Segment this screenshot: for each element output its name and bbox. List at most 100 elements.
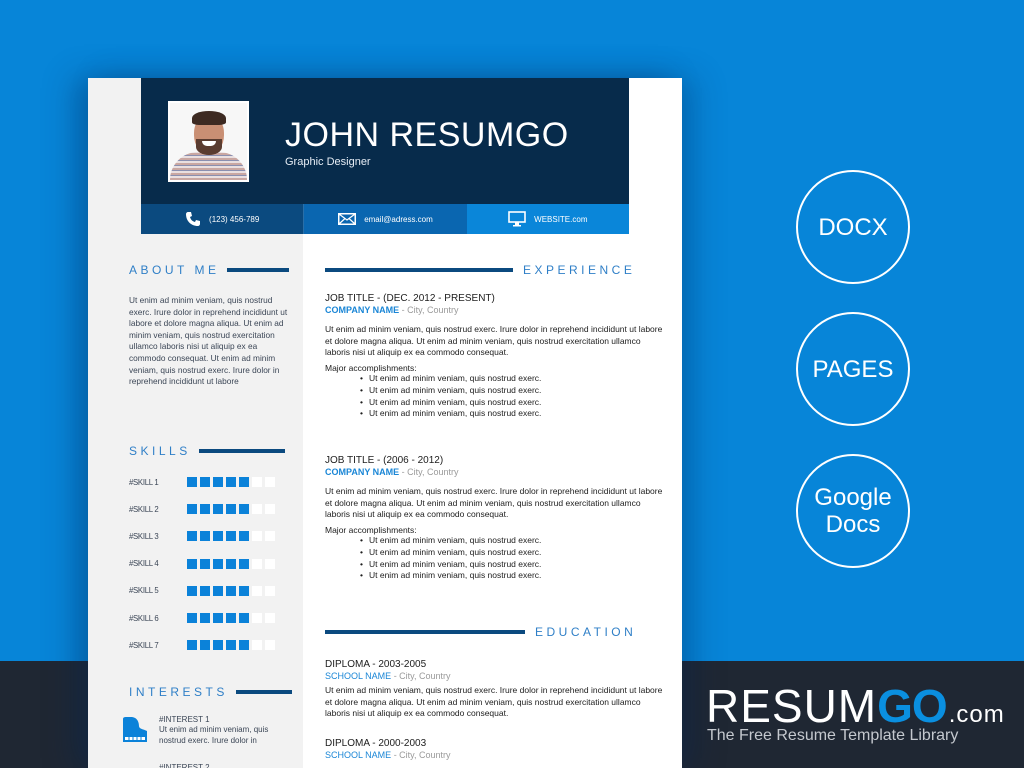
interest-title-partial: #INTEREST 2 xyxy=(159,763,210,768)
skill-level-filled xyxy=(226,613,236,623)
format-badge-google-docs[interactable]: Google Docs xyxy=(796,454,910,568)
skill-level-filled xyxy=(213,640,223,651)
section-divider xyxy=(227,268,290,272)
interest-title: #INTEREST 1 xyxy=(159,715,210,724)
about-text: Ut enim ad minim veniam, quis nostrud ex… xyxy=(129,295,288,387)
company-name: COMPANY NAME xyxy=(325,467,400,477)
accomplishments-label: Major accomplishments: xyxy=(325,363,417,374)
skill-label: #SKILL 1 xyxy=(129,477,159,487)
skill-level-empty xyxy=(252,504,262,515)
skill-level-empty xyxy=(265,504,275,515)
skill-level-meter xyxy=(187,613,275,623)
skill-level-empty xyxy=(265,640,275,651)
phone-icon xyxy=(185,211,201,227)
resume-document: JOHN RESUMGO Graphic Designer (123) 456-… xyxy=(88,78,682,768)
skill-row: #SKILL 6 xyxy=(129,612,289,624)
accomplishments-list: Ut enim ad minim veniam, quis nostrud ex… xyxy=(360,373,665,420)
skill-level-empty xyxy=(252,585,262,596)
skill-level-empty xyxy=(265,585,275,596)
skill-level-filled xyxy=(213,558,223,569)
skill-level-filled xyxy=(200,558,210,569)
job-entry: JOB TITLE - (DEC. 2012 - PRESENT) COMPAN… xyxy=(325,293,665,420)
skill-level-filled xyxy=(187,477,197,487)
contact-website: WEBSITE.com xyxy=(466,204,629,234)
contact-phone: (123) 456-789 xyxy=(141,204,304,234)
school-name: SCHOOL NAME xyxy=(325,750,392,760)
education-entry: DIPLOMA - 2003-2005 SCHOOL NAME - City, … xyxy=(325,659,665,720)
skill-level-filled xyxy=(226,585,236,596)
skill-level-filled xyxy=(200,477,210,487)
accomplishments-label: Major accomplishments: xyxy=(325,525,417,536)
accomplishment-item: Ut enim ad minim veniam, quis nostrud ex… xyxy=(360,547,665,559)
education-description: Ut enim ad minim veniam, quis nostrud ex… xyxy=(325,685,663,719)
skill-level-empty xyxy=(265,558,275,569)
skill-level-filled xyxy=(187,585,197,596)
interest-description: Ut enim ad minim veniam, quis nostrud ex… xyxy=(159,725,269,745)
brand-tagline: The Free Resume Template Library xyxy=(707,727,959,744)
skill-row: #SKILL 4 xyxy=(129,558,289,570)
skill-level-filled xyxy=(239,504,249,515)
skill-level-filled xyxy=(213,531,223,542)
skill-level-meter xyxy=(187,531,275,542)
phone-number: (123) 456-789 xyxy=(209,214,260,224)
skill-level-empty xyxy=(252,477,262,487)
skill-level-filled xyxy=(213,477,223,487)
candidate-name: JOHN RESUMGO xyxy=(285,116,569,154)
accomplishment-item: Ut enim ad minim veniam, quis nostrud ex… xyxy=(360,397,665,409)
job-entry: JOB TITLE - (2006 - 2012) COMPANY NAME -… xyxy=(325,455,665,582)
accomplishment-item: Ut enim ad minim veniam, quis nostrud ex… xyxy=(360,535,665,547)
skill-label: #SKILL 7 xyxy=(129,640,159,650)
format-badge-docx[interactable]: DOCX xyxy=(796,170,910,284)
skill-level-empty xyxy=(252,640,262,651)
interests-section-title: INTERESTS xyxy=(129,685,292,699)
skill-level-filled xyxy=(187,558,197,569)
experience-section-title: EXPERIENCE xyxy=(325,263,635,277)
skill-level-filled xyxy=(187,504,197,515)
skill-label: #SKILL 5 xyxy=(129,586,159,596)
job-location: - City, Country xyxy=(399,467,459,477)
format-badge-pages[interactable]: PAGES xyxy=(796,312,910,426)
accomplishment-item: Ut enim ad minim veniam, quis nostrud ex… xyxy=(360,385,665,397)
school-location: - City, Country xyxy=(391,671,451,681)
skill-level-meter xyxy=(187,558,275,569)
skill-level-meter xyxy=(187,640,275,651)
skill-label: #SKILL 2 xyxy=(129,504,159,514)
accomplishment-item: Ut enim ad minim veniam, quis nostrud ex… xyxy=(360,559,665,571)
skill-level-filled xyxy=(239,585,249,596)
skill-level-filled xyxy=(239,558,249,569)
skill-label: #SKILL 4 xyxy=(129,559,159,569)
profile-photo xyxy=(168,101,249,182)
skill-row: #SKILL 5 xyxy=(129,585,289,597)
school-location: - City, Country xyxy=(391,750,451,760)
skill-level-filled xyxy=(213,504,223,515)
skill-level-empty xyxy=(252,531,262,542)
job-title: JOB TITLE - (DEC. 2012 - PRESENT) xyxy=(325,293,495,304)
job-location: - City, Country xyxy=(399,305,459,315)
skill-level-filled xyxy=(239,477,249,487)
skill-level-filled xyxy=(187,531,197,542)
envelope-icon xyxy=(338,213,357,225)
section-divider xyxy=(325,630,525,634)
section-divider xyxy=(235,690,292,694)
piano-icon xyxy=(121,717,149,748)
diploma-title: DIPLOMA - 2003-2005 xyxy=(325,659,427,670)
education-section-title: EDUCATION xyxy=(325,625,636,639)
school-name: SCHOOL NAME xyxy=(325,671,392,681)
about-section-title: ABOUT ME xyxy=(129,263,290,277)
resumgo-logo[interactable]: RESUM GO .com xyxy=(706,679,1005,732)
skill-level-filled xyxy=(226,640,236,651)
contact-bar: (123) 456-789 email@adress.com WEBSITE.c… xyxy=(141,204,629,234)
website-url: WEBSITE.com xyxy=(534,214,588,224)
skill-level-filled xyxy=(239,613,249,623)
skill-level-filled xyxy=(226,558,236,569)
skill-label: #SKILL 6 xyxy=(129,613,159,623)
skill-level-empty xyxy=(252,613,262,623)
accomplishment-item: Ut enim ad minim veniam, quis nostrud ex… xyxy=(360,570,665,582)
job-description: Ut enim ad minim veniam, quis nostrud ex… xyxy=(325,324,663,358)
skill-level-meter xyxy=(187,504,275,515)
skill-level-empty xyxy=(265,531,275,542)
skill-level-filled xyxy=(239,531,249,542)
skill-row: #SKILL 2 xyxy=(129,503,289,515)
skill-level-filled xyxy=(200,585,210,596)
skill-level-filled xyxy=(200,640,210,651)
